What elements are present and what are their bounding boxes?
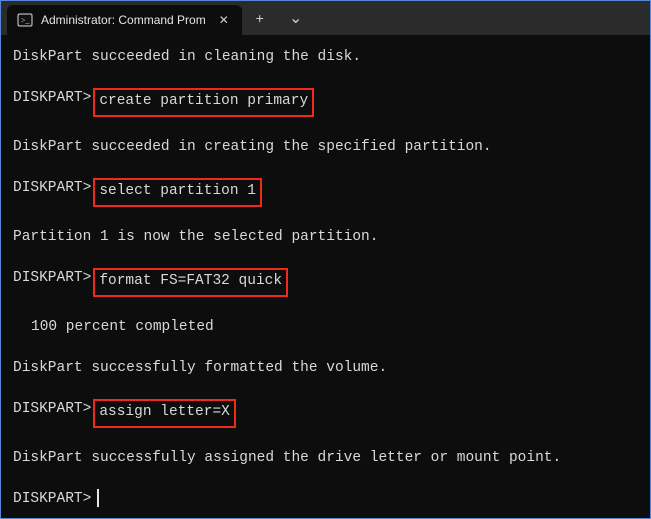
terminal-output[interactable]: DiskPart succeeded in cleaning the disk.… <box>1 35 650 519</box>
new-tab-button[interactable]: + <box>242 3 278 33</box>
svg-text:>_: >_ <box>21 16 31 25</box>
prompt-line: DISKPART> select partition 1 <box>13 178 638 207</box>
prompt: DISKPART> <box>13 88 91 109</box>
highlight-command: format FS=FAT32 quick <box>93 268 288 297</box>
output-line: DiskPart successfully assigned the drive… <box>13 448 638 469</box>
tab-menu-button[interactable]: ⌄ <box>278 3 314 33</box>
highlight-command: assign letter=X <box>93 399 236 428</box>
prompt-line: DISKPART> format FS=FAT32 quick <box>13 268 638 297</box>
active-tab[interactable]: >_ Administrator: Command Prom ✕ <box>7 5 242 35</box>
output-line: DiskPart succeeded in creating the speci… <box>13 137 638 158</box>
prompt-line: DISKPART> assign letter=X <box>13 399 638 428</box>
prompt: DISKPART> <box>13 399 91 420</box>
output-line: 100 percent completed <box>13 317 638 338</box>
cmd-icon: >_ <box>17 12 33 28</box>
highlight-command: select partition 1 <box>93 178 262 207</box>
prompt: DISKPART> <box>13 178 91 199</box>
highlight-command: create partition primary <box>93 88 314 117</box>
prompt: DISKPART> <box>13 489 91 510</box>
output-line: DiskPart successfully formatted the volu… <box>13 358 638 379</box>
output-line: Partition 1 is now the selected partitio… <box>13 227 638 248</box>
tab-title: Administrator: Command Prom <box>41 13 206 27</box>
close-icon[interactable]: ✕ <box>214 10 234 30</box>
titlebar: >_ Administrator: Command Prom ✕ + ⌄ <box>1 1 650 35</box>
output-line: DiskPart succeeded in cleaning the disk. <box>13 47 638 68</box>
text-cursor <box>97 489 99 507</box>
prompt-line-active: DISKPART> <box>13 489 638 510</box>
prompt: DISKPART> <box>13 268 91 289</box>
prompt-line: DISKPART> create partition primary <box>13 88 638 117</box>
